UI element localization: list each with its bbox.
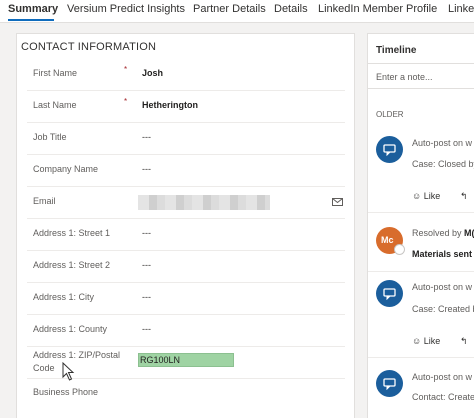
timeline-separator bbox=[368, 212, 474, 213]
field-job-title: Job Title --- bbox=[27, 123, 345, 155]
tab-linkedin-member-profile[interactable]: LinkedIn Member Profile bbox=[318, 3, 437, 15]
active-tab-indicator bbox=[8, 19, 54, 21]
reply-icon[interactable]: ↰ bbox=[460, 191, 468, 202]
tab-linkedin-truncated[interactable]: Linke bbox=[448, 3, 474, 15]
timeline-entry-body: Contact: Create bbox=[412, 392, 474, 402]
timeline-entry-body: Case: Closed by bbox=[412, 159, 474, 169]
timeline-note-input[interactable]: Enter a note... bbox=[368, 63, 474, 89]
timeline-entry-body: Case: Created b bbox=[412, 304, 474, 314]
field-label: Address 1: City bbox=[33, 292, 95, 302]
timeline-title: Timeline bbox=[376, 45, 417, 56]
smiley-icon: ☺ bbox=[412, 336, 422, 346]
field-label: Email bbox=[33, 196, 56, 206]
street-2-value[interactable]: --- bbox=[142, 260, 151, 270]
email-value-redacted[interactable] bbox=[138, 195, 270, 210]
post-icon bbox=[376, 370, 403, 397]
older-label: OLDER bbox=[376, 110, 404, 119]
tab-versium-predict-insights[interactable]: Versium Predict Insights bbox=[67, 3, 185, 15]
user-avatar: Mc bbox=[376, 227, 405, 255]
field-label: Company Name bbox=[33, 164, 99, 174]
field-label: Address 1: Street 1 bbox=[33, 228, 111, 238]
field-label: Business Phone bbox=[33, 387, 99, 397]
user-badge-icon bbox=[394, 244, 405, 255]
timeline-separator bbox=[368, 357, 474, 358]
timeline-entry-body: Materials sent bbox=[412, 249, 473, 259]
zip-postal-code-input[interactable]: RG100LN bbox=[138, 353, 234, 367]
field-address-county: Address 1: County --- bbox=[27, 315, 345, 347]
tab-summary[interactable]: Summary bbox=[8, 3, 58, 15]
panel-scrollbar[interactable] bbox=[359, 33, 364, 417]
field-address-city: Address 1: City --- bbox=[27, 283, 345, 315]
field-label: Job Title bbox=[33, 132, 67, 142]
first-name-value[interactable]: Josh bbox=[142, 68, 163, 78]
required-marker: * bbox=[124, 65, 128, 74]
field-first-name: First Name * Josh bbox=[27, 59, 345, 91]
tab-partner-details[interactable]: Partner Details bbox=[193, 3, 266, 15]
field-label: Last Name bbox=[33, 100, 77, 110]
required-marker: * bbox=[124, 97, 128, 106]
like-label: Like bbox=[423, 336, 441, 346]
field-email: Email bbox=[27, 187, 345, 219]
resolver-name: M( bbox=[464, 228, 474, 238]
street-1-value[interactable]: --- bbox=[142, 228, 151, 238]
field-label-line2: Code bbox=[33, 363, 55, 373]
like-label: Like bbox=[423, 191, 441, 201]
timeline-entry-title: Resolved by M( bbox=[412, 228, 474, 238]
field-label: First Name bbox=[33, 68, 78, 78]
tab-details[interactable]: Details bbox=[274, 3, 308, 15]
last-name-value[interactable]: Hetherington bbox=[142, 100, 198, 110]
field-address-street-1: Address 1: Street 1 --- bbox=[27, 219, 345, 251]
company-name-value[interactable]: --- bbox=[142, 164, 151, 174]
timeline-separator bbox=[368, 271, 474, 272]
field-label: Address 1: County bbox=[33, 324, 108, 334]
field-last-name: Last Name * Hetherington bbox=[27, 91, 345, 123]
avatar-initials: Mc bbox=[381, 235, 394, 245]
resolved-by-label: Resolved by bbox=[412, 228, 462, 238]
mouse-cursor-icon bbox=[62, 361, 75, 386]
city-value[interactable]: --- bbox=[142, 292, 151, 302]
tab-bar: Summary Versium Predict Insights Partner… bbox=[0, 0, 474, 23]
field-address-street-2: Address 1: Street 2 --- bbox=[27, 251, 345, 283]
county-value[interactable]: --- bbox=[142, 324, 151, 334]
smiley-icon: ☺ bbox=[412, 191, 422, 201]
timeline-entry-title: Auto-post on w bbox=[412, 282, 473, 292]
email-icon[interactable] bbox=[332, 194, 343, 212]
contact-information-panel: CONTACT INFORMATION First Name * Josh La… bbox=[16, 33, 355, 418]
timeline-entry-title: Auto-post on w bbox=[412, 138, 473, 148]
post-icon bbox=[376, 136, 403, 163]
field-company-name: Company Name --- bbox=[27, 155, 345, 187]
field-label-line1: Address 1: ZIP/Postal bbox=[33, 350, 121, 360]
timeline-entry-title: Auto-post on w bbox=[412, 372, 473, 382]
field-label: Address 1: Street 2 bbox=[33, 260, 111, 270]
post-icon bbox=[376, 280, 403, 307]
like-button[interactable]: ☺ Like bbox=[412, 191, 440, 201]
job-title-value[interactable]: --- bbox=[142, 132, 151, 142]
like-button[interactable]: ☺ Like bbox=[412, 336, 440, 346]
section-title: CONTACT INFORMATION bbox=[21, 41, 157, 53]
reply-icon[interactable]: ↰ bbox=[460, 336, 468, 347]
timeline-panel: Timeline Enter a note... OLDER Auto-post… bbox=[367, 33, 474, 418]
